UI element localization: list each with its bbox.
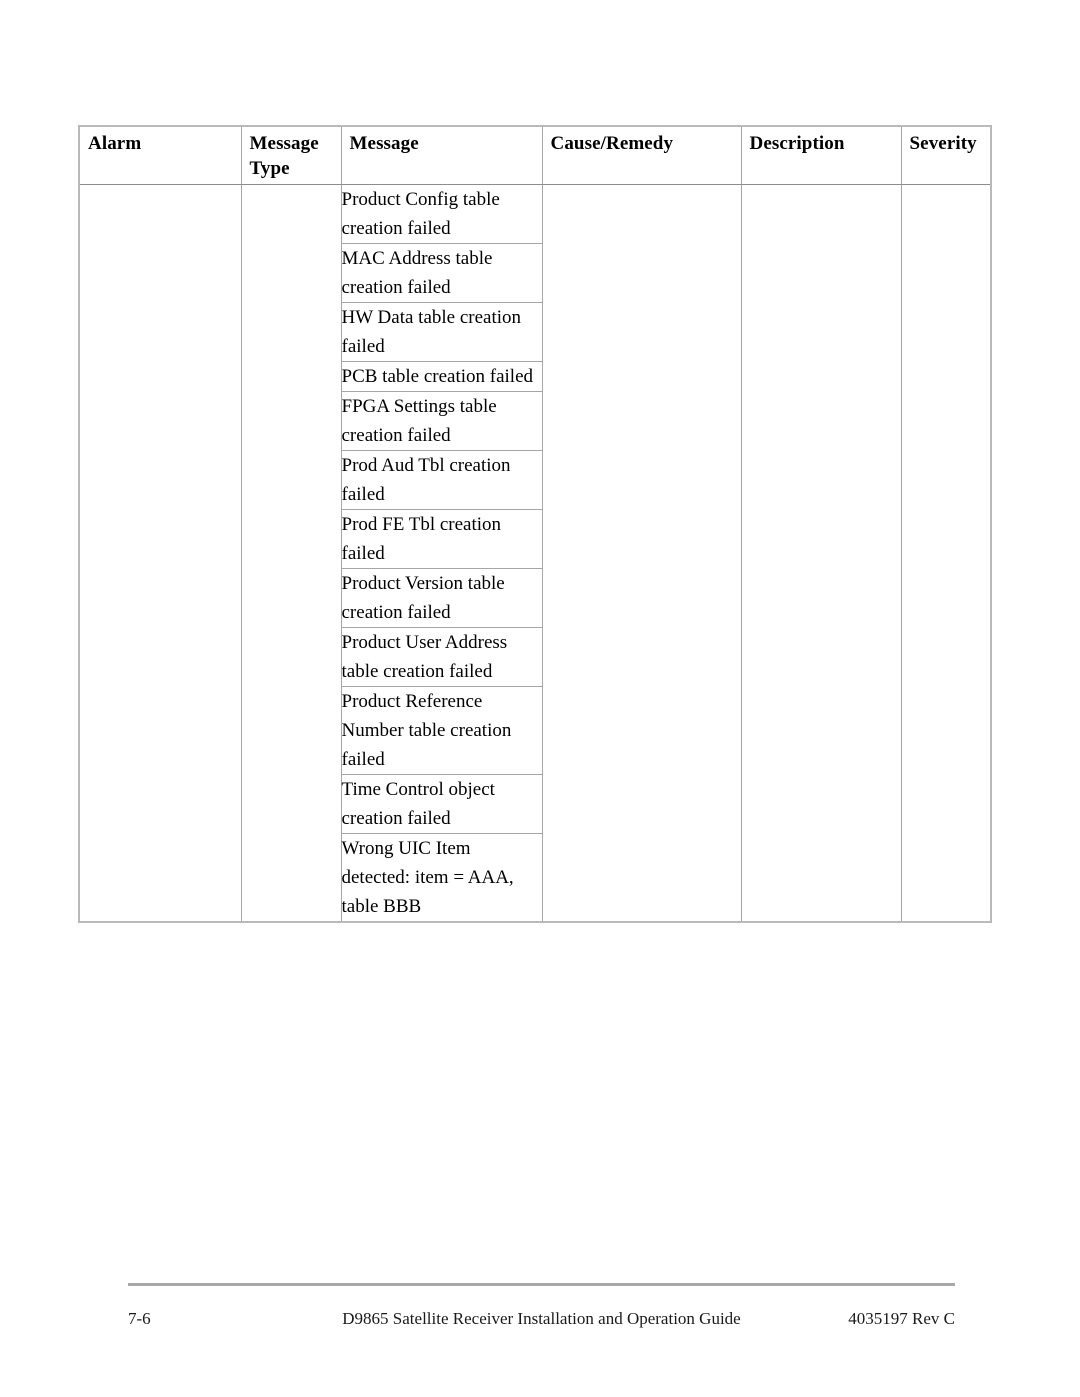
column-header-description-label: Description <box>749 133 845 154</box>
alarm-table-header: Alarm Message Type Message Cause/Remedy … <box>78 125 992 185</box>
footer-divider <box>128 1283 955 1286</box>
message-cell: PCB table creation failed <box>340 361 543 392</box>
column-header-cause-remedy-label: Cause/Remedy <box>550 133 674 154</box>
alarm-table-body: Product Config table creation failed MAC… <box>78 184 992 923</box>
page-footer: 7-6 D9865 Satellite Receiver Installatio… <box>128 1306 955 1332</box>
column-header-alarm-label: Alarm <box>88 133 142 154</box>
column-header-cause-remedy: Cause/Remedy <box>541 125 742 185</box>
severity-cell-merged <box>900 184 992 923</box>
column-header-message-type: Message Type <box>240 125 342 185</box>
column-header-alarm: Alarm <box>78 125 242 185</box>
column-header-description: Description <box>740 125 902 185</box>
alarm-cell-merged <box>78 184 242 923</box>
column-header-severity: Severity <box>900 125 992 185</box>
cause-remedy-cell-merged <box>541 184 742 923</box>
alarm-table: Alarm Message Type Message Cause/Remedy … <box>78 125 992 923</box>
footer-part-number: 4035197 Rev C <box>848 1309 955 1328</box>
column-header-message-type-label-line2: Type <box>249 158 290 179</box>
message-cell: Product Version table creation failed <box>340 568 543 628</box>
document-page: Alarm Message Type Message Cause/Remedy … <box>0 0 1080 1397</box>
message-cell: Product User Address table creation fail… <box>340 627 543 687</box>
message-cell: Product Reference Number table creation … <box>340 686 543 775</box>
message-cell: Product Config table creation failed <box>340 184 543 244</box>
message-type-cell-merged <box>240 184 342 923</box>
message-cell: MAC Address table creation failed <box>340 243 543 303</box>
message-cell: Prod FE Tbl creation failed <box>340 509 543 569</box>
column-header-severity-label: Severity <box>909 133 977 154</box>
message-cell: Time Control object creation failed <box>340 774 543 834</box>
column-header-message-type-label-line1: Message <box>249 133 319 154</box>
alarm-table-container: Alarm Message Type Message Cause/Remedy … <box>78 125 992 923</box>
column-header-message: Message <box>340 125 543 185</box>
message-cell: FPGA Settings table creation failed <box>340 391 543 451</box>
message-cell: HW Data table creation failed <box>340 302 543 362</box>
table-row: Product Config table creation failed <box>78 184 992 923</box>
description-cell-merged <box>740 184 902 923</box>
message-cell: Prod Aud Tbl creation failed <box>340 450 543 510</box>
table-header-row: Alarm Message Type Message Cause/Remedy … <box>78 125 992 185</box>
footer-guide-title: D9865 Satellite Receiver Installation an… <box>342 1309 741 1328</box>
message-cell: Wrong UIC Item detected: item = AAA, tab… <box>340 833 543 923</box>
column-header-message-label: Message <box>349 133 419 154</box>
